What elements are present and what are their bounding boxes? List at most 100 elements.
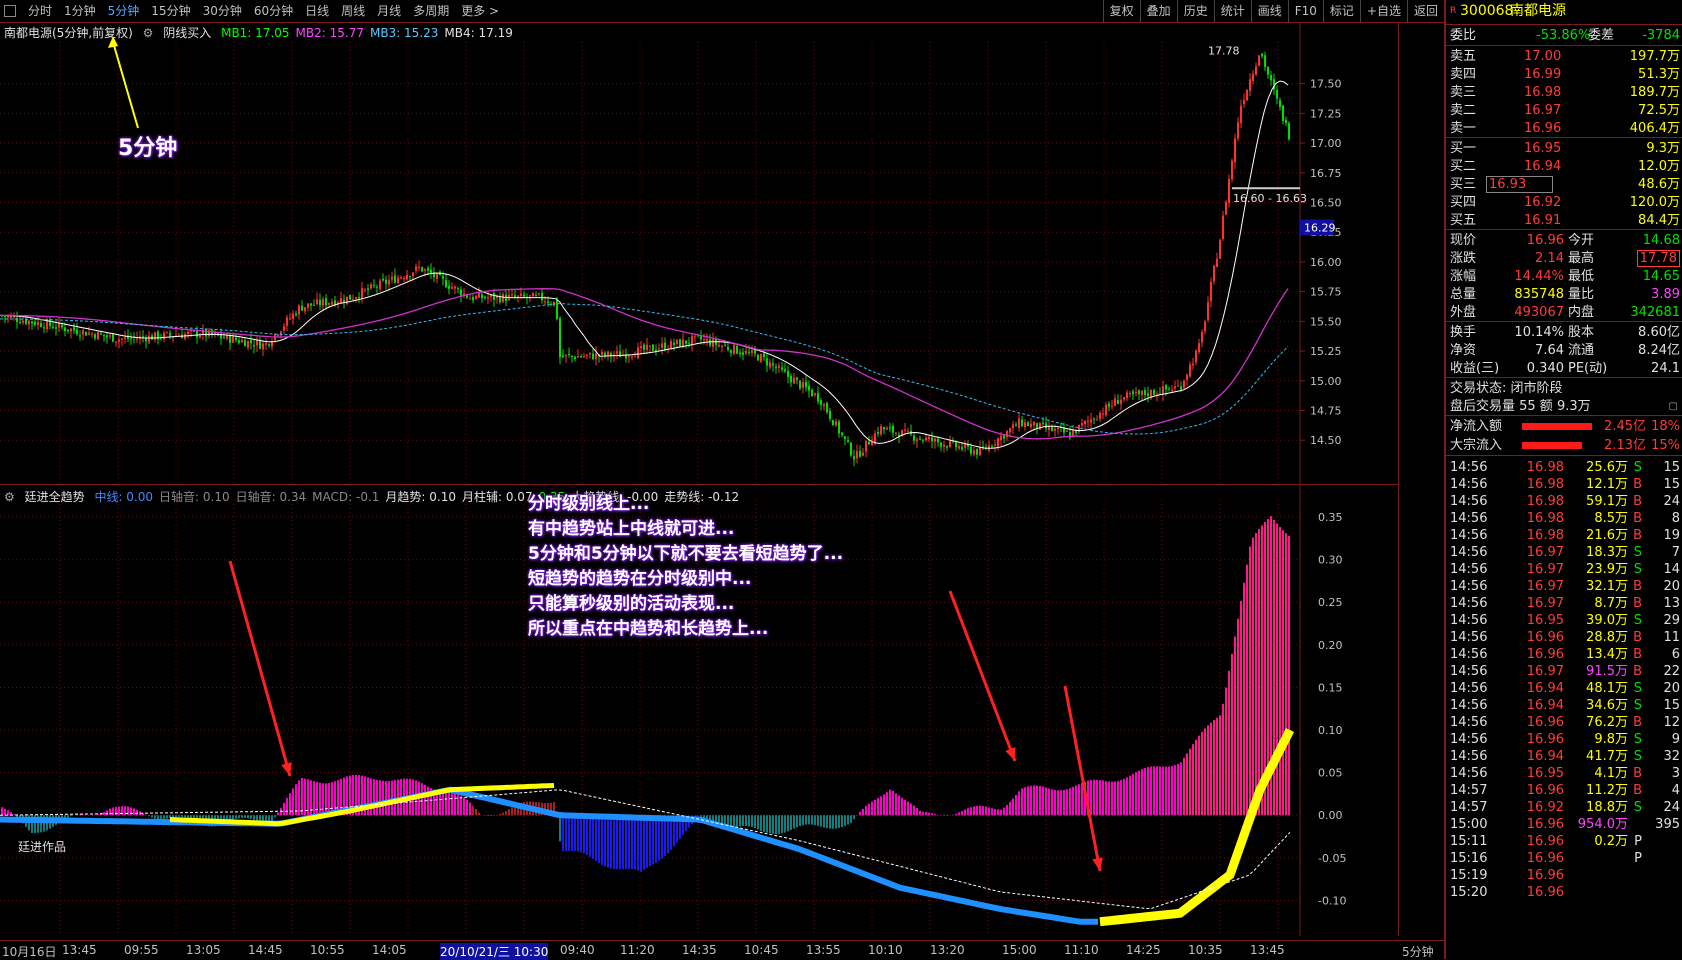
candle-body (1024, 422, 1026, 427)
candle-body (265, 343, 267, 345)
period-tab[interactable]: 分时 (22, 0, 58, 22)
period-tab[interactable]: 30分钟 (197, 0, 248, 22)
candle-body (712, 339, 714, 347)
settings-gear-icon[interactable]: ⚙ (143, 26, 154, 40)
histogram-bar (967, 808, 969, 815)
period-tab[interactable]: 多周期 (407, 0, 455, 22)
candle-body (841, 433, 843, 435)
y-tick-label: 17.25 (1310, 107, 1342, 120)
candle-body (829, 411, 831, 419)
toolbar-button[interactable]: +自选 (1360, 0, 1407, 22)
toolbar-button[interactable]: 历史 (1177, 0, 1214, 22)
candle-body (973, 450, 975, 454)
histogram-bar (1156, 766, 1158, 815)
candle-body (205, 329, 207, 336)
ask-label: 卖五 (1450, 47, 1476, 66)
histogram-bar (808, 815, 810, 824)
candle-body (448, 286, 450, 289)
candle-body (691, 336, 693, 345)
candle-body (238, 340, 240, 343)
candle-body (928, 437, 930, 439)
candle-body (763, 354, 765, 358)
y-tick-label: 0.05 (1318, 767, 1343, 780)
candle-body (1201, 332, 1203, 342)
candle-body (895, 433, 897, 434)
period-tab[interactable]: 更多 > (455, 0, 505, 22)
time-label: 09:55 (124, 943, 159, 957)
histogram-bar (907, 801, 909, 815)
candle-body (934, 439, 936, 442)
candle-body (331, 302, 333, 304)
period-tab[interactable]: 月线 (371, 0, 407, 22)
period-tab[interactable]: 日线 (299, 0, 335, 22)
quote-row: 买二16.9412.0万 (1446, 157, 1682, 175)
indicator-gear-icon[interactable]: ⚙ (4, 490, 15, 504)
stat-value: 14.68 (1643, 231, 1680, 250)
period-tab[interactable]: 60分钟 (248, 0, 299, 22)
candle-body (1030, 424, 1032, 427)
histogram-bar (931, 813, 933, 815)
histogram-bar (301, 778, 303, 815)
weicha-label: 委差 (1588, 26, 1614, 45)
toolbar-button[interactable]: 标记 (1323, 0, 1360, 22)
time-label: 14:05 (372, 943, 407, 957)
candle-body (256, 340, 258, 345)
candle-body (808, 386, 810, 391)
toolbar-button[interactable]: 返回 (1407, 0, 1444, 22)
time-label: 13:45 (62, 943, 97, 957)
quote-row: 14:5616.9448.1万S20 (1446, 679, 1682, 696)
stat-value: 8.60亿 (1638, 323, 1680, 342)
candle-body (1267, 67, 1269, 75)
indicator-name[interactable]: 廷进全趋势 (25, 490, 85, 504)
histogram-bar (454, 792, 456, 815)
candle-body (1240, 106, 1242, 124)
red-arrow (230, 561, 290, 776)
candle-body (1033, 422, 1035, 426)
candle-body (67, 329, 69, 331)
quote-row: 14:5616.9441.7万S32 (1446, 747, 1682, 764)
candle-body (298, 306, 300, 315)
histogram-bar (1, 807, 3, 815)
candle-body (1096, 419, 1098, 420)
histogram-bar (616, 815, 618, 869)
toolbar-button[interactable]: 叠加 (1140, 0, 1177, 22)
candle-body (970, 447, 972, 454)
histogram-bar (994, 809, 996, 815)
bid-label: 买四 (1450, 193, 1476, 212)
histogram-bar (1048, 788, 1050, 815)
histogram-bar (775, 815, 777, 834)
candle-body (664, 343, 666, 350)
expand-icon[interactable]: ▢ (1669, 397, 1678, 416)
stat-label: 股本 (1568, 323, 1594, 342)
time-label: 13:55 (806, 943, 841, 957)
candle-body (79, 335, 81, 336)
kline-chart-pane[interactable]: 17.5017.2517.0016.7516.5016.2516.0015.75… (0, 22, 1399, 485)
menu-square-icon[interactable] (4, 5, 16, 17)
toolbar-button[interactable]: F10 (1288, 0, 1323, 22)
period-tab[interactable]: 1分钟 (58, 0, 102, 22)
histogram-bar (571, 815, 573, 851)
histogram-bar (850, 815, 852, 823)
toolbar-button[interactable]: 画线 (1251, 0, 1288, 22)
period-tab[interactable]: 5分钟 (102, 0, 146, 22)
period-tab[interactable]: 15分钟 (145, 0, 196, 22)
candle-body (388, 280, 390, 284)
candle-body (1264, 55, 1266, 67)
histogram-bar (625, 815, 627, 869)
toolbar-button[interactable]: 复权 (1103, 0, 1140, 22)
period-tab[interactable]: 周线 (335, 0, 371, 22)
ma-type-label[interactable]: 阴线买入 (163, 26, 211, 40)
histogram-bar (595, 815, 597, 861)
indicator-chart-pane[interactable]: 0.350.300.250.200.150.100.050.00-0.05-0.… (0, 486, 1399, 936)
candle-body (403, 278, 405, 279)
candle-body (745, 351, 747, 354)
histogram-bar (472, 806, 474, 816)
histogram-bar (1108, 781, 1110, 815)
candle-body (1285, 120, 1287, 123)
red-arrow-head (1005, 747, 1015, 761)
toolbar-button[interactable]: 统计 (1214, 0, 1251, 22)
candle-body (544, 302, 546, 303)
stat-label: 外盘 (1450, 303, 1476, 322)
histogram-bar (1090, 780, 1092, 815)
indicator-value-label: 月柱辅: 0.07 (462, 490, 533, 504)
